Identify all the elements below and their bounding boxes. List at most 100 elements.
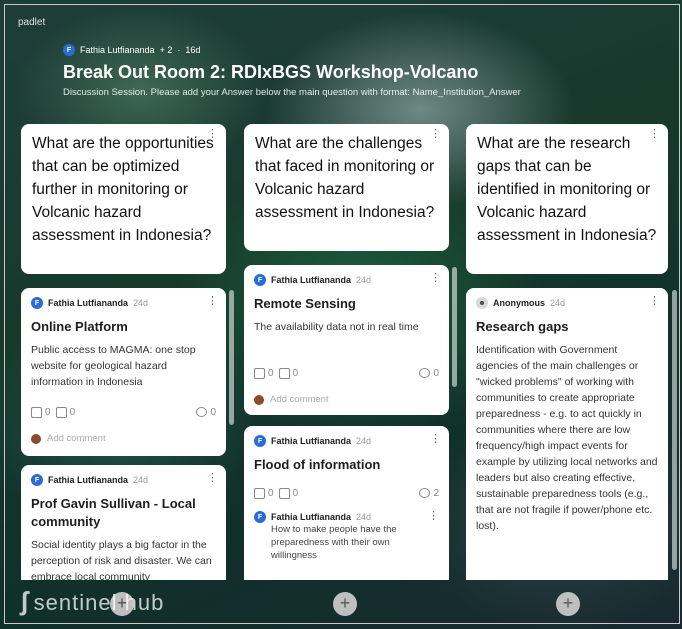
like-button[interactable]: 0 <box>31 407 51 418</box>
plus-icon: + <box>562 593 574 613</box>
column-header-card[interactable]: What are the research gaps that can be i… <box>466 124 668 274</box>
post-body: Public access to MAGMA: one stop website… <box>31 344 196 388</box>
post-age: 24d <box>133 475 149 485</box>
user-avatar <box>254 394 264 405</box>
column-challenges: What are the challenges that faced in mo… <box>244 124 449 580</box>
column-question: What are the challenges that faced in mo… <box>255 135 435 221</box>
author-avatar: F <box>254 435 266 447</box>
separator-dot: · <box>177 45 181 55</box>
post-title: Online Platform <box>31 319 128 334</box>
post-age: 24d <box>356 436 372 446</box>
post-age: 24d <box>356 275 372 285</box>
padlet-logo[interactable]: padlet <box>18 17 45 28</box>
author-avatar[interactable]: F <box>63 44 75 56</box>
column-opportunities: What are the opportunities that can be o… <box>21 124 226 580</box>
add-comment-placeholder: Add comment <box>47 433 106 444</box>
thumbs-down-icon <box>278 368 290 379</box>
post-author[interactable]: Fathia Lutfiananda <box>271 275 351 285</box>
author-avatar: F <box>31 297 43 309</box>
comment-text: How to make people have the preparedness… <box>271 524 397 562</box>
column-scrollbar[interactable] <box>452 267 457 387</box>
column-question: What are the opportunities that can be o… <box>32 135 214 244</box>
more-vertical-icon[interactable]: ⋮ <box>207 129 218 140</box>
post-title: Remote Sensing <box>254 296 356 311</box>
more-vertical-icon[interactable]: ⋮ <box>430 434 441 445</box>
add-post-button[interactable]: + <box>333 592 357 616</box>
comments-button[interactable]: 2 <box>419 488 439 499</box>
dislike-button[interactable]: 0 <box>55 407 75 418</box>
post-card[interactable]: F Fathia Lutfiananda 24d ⋮ Flood of info… <box>244 426 449 580</box>
post-age: 24d <box>550 298 566 308</box>
comments-button[interactable]: 0 <box>419 368 439 379</box>
sentinel-hub-watermark: ʃ sentinel hub <box>20 586 165 616</box>
comment-icon <box>419 368 431 379</box>
thumbs-down-icon <box>55 407 67 418</box>
post-title: Prof Gavin Sullivan - Local community <box>31 496 196 529</box>
board-age: 16d <box>185 45 201 55</box>
add-comment-placeholder: Add comment <box>270 394 329 405</box>
comment-header: F Fathia Lutfiananda 24d <box>254 511 439 524</box>
post-header: F Fathia Lutfiananda 24d <box>244 265 449 286</box>
post-header: ☻ Anonymous 24d <box>466 288 668 309</box>
board-author-line: F Fathia Lutfiananda + 2 · 16d <box>63 44 200 56</box>
post-card[interactable]: ☻ Anonymous 24d ⋮ Research gaps Identifi… <box>466 288 668 580</box>
post-reactions: 0 0 0 <box>244 368 449 379</box>
post-author[interactable]: Fathia Lutfiananda <box>271 436 351 446</box>
like-button[interactable]: 0 <box>254 368 274 379</box>
author-avatar: F <box>254 274 266 286</box>
post-age: 24d <box>133 298 149 308</box>
comment-item: F Fathia Lutfiananda 24d ⋮ How to make p… <box>244 511 449 562</box>
post-header: F Fathia Lutfiananda 24d <box>21 288 226 309</box>
post-card[interactable]: F Fathia Lutfiananda 24d ⋮ Prof Gavin Su… <box>21 465 226 580</box>
column-header-card[interactable]: What are the opportunities that can be o… <box>21 124 226 274</box>
post-author: Anonymous <box>493 298 546 308</box>
post-author[interactable]: Fathia Lutfiananda <box>48 475 128 485</box>
more-vertical-icon[interactable]: ⋮ <box>207 473 218 484</box>
collaborators-count[interactable]: + 2 <box>160 45 173 55</box>
post-reactions: 0 0 2 <box>244 488 449 499</box>
like-button[interactable]: 0 <box>254 488 274 499</box>
dislike-button[interactable]: 0 <box>278 488 298 499</box>
column-header-card[interactable]: What are the challenges that faced in mo… <box>244 124 449 251</box>
add-comment-field[interactable]: Add comment <box>21 433 116 444</box>
board-author-name[interactable]: Fathia Lutfiananda <box>80 45 155 55</box>
post-card[interactable]: F Fathia Lutfiananda 24d ⋮ Remote Sensin… <box>244 265 449 415</box>
thumbs-up-icon <box>31 407 42 418</box>
comment-icon <box>419 488 431 499</box>
post-title: Research gaps <box>476 319 569 334</box>
more-vertical-icon[interactable]: ⋮ <box>430 129 441 140</box>
post-body: Identification with Government agencies … <box>476 344 658 532</box>
column-scrollbar[interactable] <box>672 290 677 570</box>
post-body: Social identity plays a big factor in th… <box>31 539 212 580</box>
dislike-button[interactable]: 0 <box>278 368 298 379</box>
more-vertical-icon[interactable]: ⋮ <box>430 273 441 284</box>
post-body: The availability data not in real time <box>254 321 419 333</box>
add-comment-field[interactable]: Add comment <box>244 394 339 405</box>
post-header: F Fathia Lutfiananda 24d <box>244 426 449 447</box>
user-avatar <box>31 433 41 444</box>
add-post-button[interactable]: + <box>556 592 580 616</box>
column-research-gaps: What are the research gaps that can be i… <box>466 124 668 580</box>
board-description: Discussion Session. Please add your Answ… <box>63 87 521 98</box>
author-avatar: F <box>254 511 266 524</box>
more-vertical-icon[interactable]: ⋮ <box>649 296 660 307</box>
comments-button[interactable]: 0 <box>196 407 216 418</box>
post-header: F Fathia Lutfiananda 24d <box>21 465 226 486</box>
more-vertical-icon[interactable]: ⋮ <box>649 129 660 140</box>
column-question: What are the research gaps that can be i… <box>477 135 657 244</box>
post-reactions: 0 0 0 <box>21 407 226 418</box>
comment-icon <box>196 407 208 418</box>
thumbs-up-icon <box>254 368 265 379</box>
thumbs-up-icon <box>254 488 265 499</box>
anonymous-avatar-icon: ☻ <box>476 297 488 309</box>
more-vertical-icon[interactable]: ⋮ <box>428 511 439 522</box>
board-title: Break Out Room 2: RDIxBGS Workshop-Volca… <box>63 62 479 82</box>
post-card[interactable]: F Fathia Lutfiananda 24d ⋮ Online Platfo… <box>21 288 226 456</box>
sentinel-logo-icon: ʃ <box>20 586 30 616</box>
post-author[interactable]: Fathia Lutfiananda <box>48 298 128 308</box>
author-avatar: F <box>31 474 43 486</box>
more-vertical-icon[interactable]: ⋮ <box>207 296 218 307</box>
post-title: Flood of information <box>254 457 381 472</box>
column-scrollbar[interactable] <box>229 290 234 425</box>
comment-author[interactable]: Fathia Lutfiananda <box>271 512 351 522</box>
